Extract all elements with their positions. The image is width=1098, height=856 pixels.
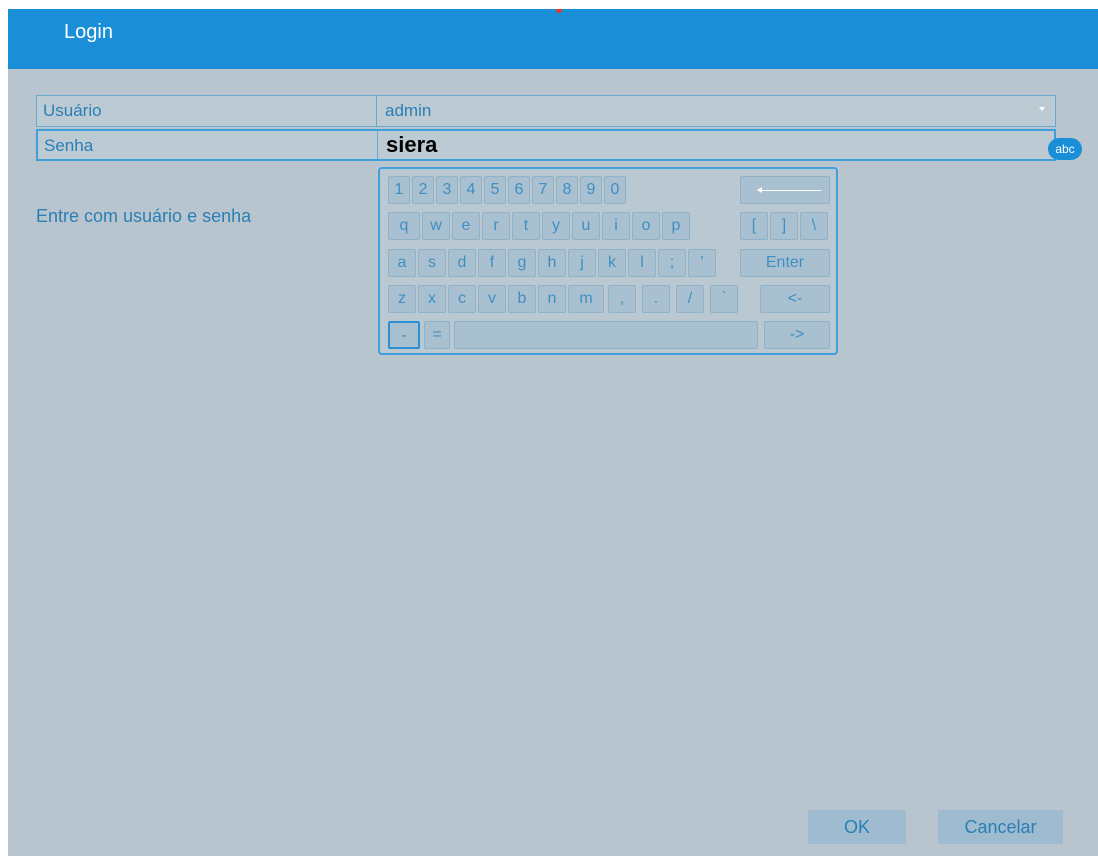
- key-backslash[interactable]: \: [800, 212, 828, 240]
- key-8[interactable]: 8: [556, 176, 578, 204]
- key-0[interactable]: 0: [604, 176, 626, 204]
- key-4[interactable]: 4: [460, 176, 482, 204]
- backspace-key[interactable]: [740, 176, 830, 204]
- key-j[interactable]: j: [568, 249, 596, 277]
- key-b[interactable]: b: [508, 285, 536, 313]
- enter-key[interactable]: Enter: [740, 249, 830, 277]
- key-p[interactable]: p: [662, 212, 690, 240]
- cancel-button[interactable]: Cancelar: [938, 810, 1063, 844]
- key-y[interactable]: y: [542, 212, 570, 240]
- key-d[interactable]: d: [448, 249, 476, 277]
- hint-text: Entre com usuário e senha: [36, 206, 252, 226]
- key-z[interactable]: z: [388, 285, 416, 313]
- key-a[interactable]: a: [388, 249, 416, 277]
- user-select[interactable]: admin: [379, 96, 1055, 126]
- indicator-mark: [556, 9, 562, 13]
- user-label: Usuário: [37, 96, 377, 126]
- title-bar: Login: [8, 9, 1098, 69]
- key-i[interactable]: i: [602, 212, 630, 240]
- key-g[interactable]: g: [508, 249, 536, 277]
- key-e[interactable]: e: [452, 212, 480, 240]
- key-6[interactable]: 6: [508, 176, 530, 204]
- password-field[interactable]: siera: [380, 131, 1054, 159]
- key-x[interactable]: x: [418, 285, 446, 313]
- key-q[interactable]: q: [388, 212, 420, 240]
- key-7[interactable]: 7: [532, 176, 554, 204]
- login-form: Usuário admin Senha siera: [36, 95, 1056, 161]
- key-3[interactable]: 3: [436, 176, 458, 204]
- key-m[interactable]: m: [568, 285, 604, 313]
- key-comma[interactable]: ,: [608, 285, 636, 313]
- key-semicolon[interactable]: ;: [658, 249, 686, 277]
- key-backtick[interactable]: `: [710, 285, 738, 313]
- backspace-arrow-icon: [757, 187, 821, 193]
- key-f[interactable]: f: [478, 249, 506, 277]
- dialog-title: Login: [64, 21, 113, 43]
- key-slash[interactable]: /: [676, 285, 704, 313]
- key-5[interactable]: 5: [484, 176, 506, 204]
- key-2[interactable]: 2: [412, 176, 434, 204]
- input-mode-badge[interactable]: abc: [1048, 138, 1082, 160]
- space-key[interactable]: [454, 321, 758, 349]
- user-value: admin: [385, 101, 432, 120]
- key-r[interactable]: r: [482, 212, 510, 240]
- key-9[interactable]: 9: [580, 176, 602, 204]
- key-apostrophe[interactable]: ': [688, 249, 716, 277]
- virtual-keyboard: 1 2 3 4 5 6 7 8 9 0 q w e r t y u i o p …: [378, 167, 838, 355]
- key-period[interactable]: .: [642, 285, 670, 313]
- chevron-down-icon[interactable]: [1039, 107, 1045, 111]
- password-row: Senha siera: [36, 129, 1056, 161]
- cursor-left-key[interactable]: <-: [760, 285, 830, 313]
- login-dialog: Login Usuário admin Senha siera abc Entr…: [8, 9, 1098, 856]
- cursor-right-key[interactable]: ->: [764, 321, 830, 349]
- password-label: Senha: [38, 131, 378, 159]
- key-w[interactable]: w: [422, 212, 450, 240]
- key-1[interactable]: 1: [388, 176, 410, 204]
- ok-button[interactable]: OK: [808, 810, 906, 844]
- key-open-bracket[interactable]: [: [740, 212, 768, 240]
- key-n[interactable]: n: [538, 285, 566, 313]
- key-c[interactable]: c: [448, 285, 476, 313]
- key-v[interactable]: v: [478, 285, 506, 313]
- user-row: Usuário admin: [36, 95, 1056, 127]
- key-l[interactable]: l: [628, 249, 656, 277]
- key-s[interactable]: s: [418, 249, 446, 277]
- key-minus[interactable]: -: [388, 321, 420, 349]
- key-k[interactable]: k: [598, 249, 626, 277]
- key-u[interactable]: u: [572, 212, 600, 240]
- key-o[interactable]: o: [632, 212, 660, 240]
- key-h[interactable]: h: [538, 249, 566, 277]
- key-t[interactable]: t: [512, 212, 540, 240]
- key-close-bracket[interactable]: ]: [770, 212, 798, 240]
- key-equals[interactable]: =: [424, 321, 450, 349]
